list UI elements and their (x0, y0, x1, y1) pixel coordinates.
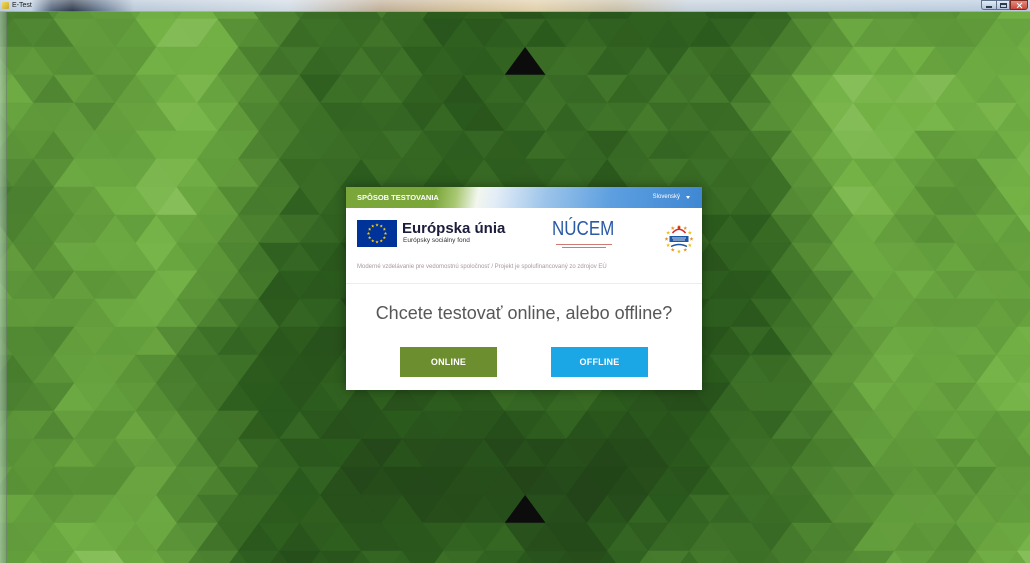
logo-banner (669, 236, 689, 242)
logo-star (670, 247, 675, 252)
online-button[interactable]: ONLINE (400, 347, 497, 377)
logo-star (687, 243, 692, 247)
logo-star (687, 230, 692, 235)
eu-logo-subtitle: Európsky sociálny fond (403, 237, 470, 244)
logo-star (683, 226, 688, 230)
maximize-button[interactable] (996, 0, 1010, 10)
logo-wave (670, 243, 688, 248)
logo-figure-arms (671, 228, 687, 234)
maximize-icon (1000, 3, 1007, 8)
dialog-header: SPÔSOB TESTOVANIA Slovenský (346, 187, 702, 208)
logo-star (683, 247, 688, 252)
funding-tagline: Moderné vzdelávanie pre vedomostnú spolo… (357, 264, 607, 270)
logo-star (677, 249, 681, 254)
mode-question: Chcete testovať online, alebo offline? (375, 303, 673, 323)
offline-button[interactable]: OFFLINE (551, 347, 648, 377)
minimize-icon (986, 6, 992, 8)
app-icon (2, 2, 9, 9)
eu-flag-icon (357, 220, 397, 247)
dialog-title: SPÔSOB TESTOVANIA (357, 193, 439, 202)
language-label: Slovenský (652, 194, 680, 200)
language-dropdown[interactable]: Slovenský (653, 193, 690, 202)
chevron-down-icon (686, 196, 690, 199)
nucem-logo-subline (556, 244, 612, 245)
close-icon (1017, 2, 1023, 9)
window-title-bar[interactable]: E-Test (0, 0, 1030, 12)
window-title: E-Test (12, 2, 32, 9)
logo-star (664, 236, 669, 241)
eu-logo-title: Európska únia (402, 220, 506, 237)
testing-mode-dialog: SPÔSOB TESTOVANIA Slovenský Európska úni… (346, 187, 702, 390)
nucem-logo-subline (562, 247, 606, 248)
logo-star (670, 226, 675, 230)
window-left-border (0, 12, 7, 563)
nucem-logo-word: NÚCEM (552, 218, 615, 240)
window-controls (981, 0, 1028, 10)
logo-banner-lettering (673, 239, 685, 241)
logo-star (666, 230, 671, 235)
logo-star (666, 243, 671, 247)
logo-star (689, 236, 694, 241)
dialog-divider (346, 283, 702, 284)
minimize-button[interactable] (981, 0, 996, 10)
logo-banner-lettering (672, 237, 686, 239)
nucem-logo-icon: NÚCEM (552, 218, 618, 250)
close-button[interactable] (1010, 0, 1028, 10)
quality-stars-logo-icon (664, 224, 694, 254)
